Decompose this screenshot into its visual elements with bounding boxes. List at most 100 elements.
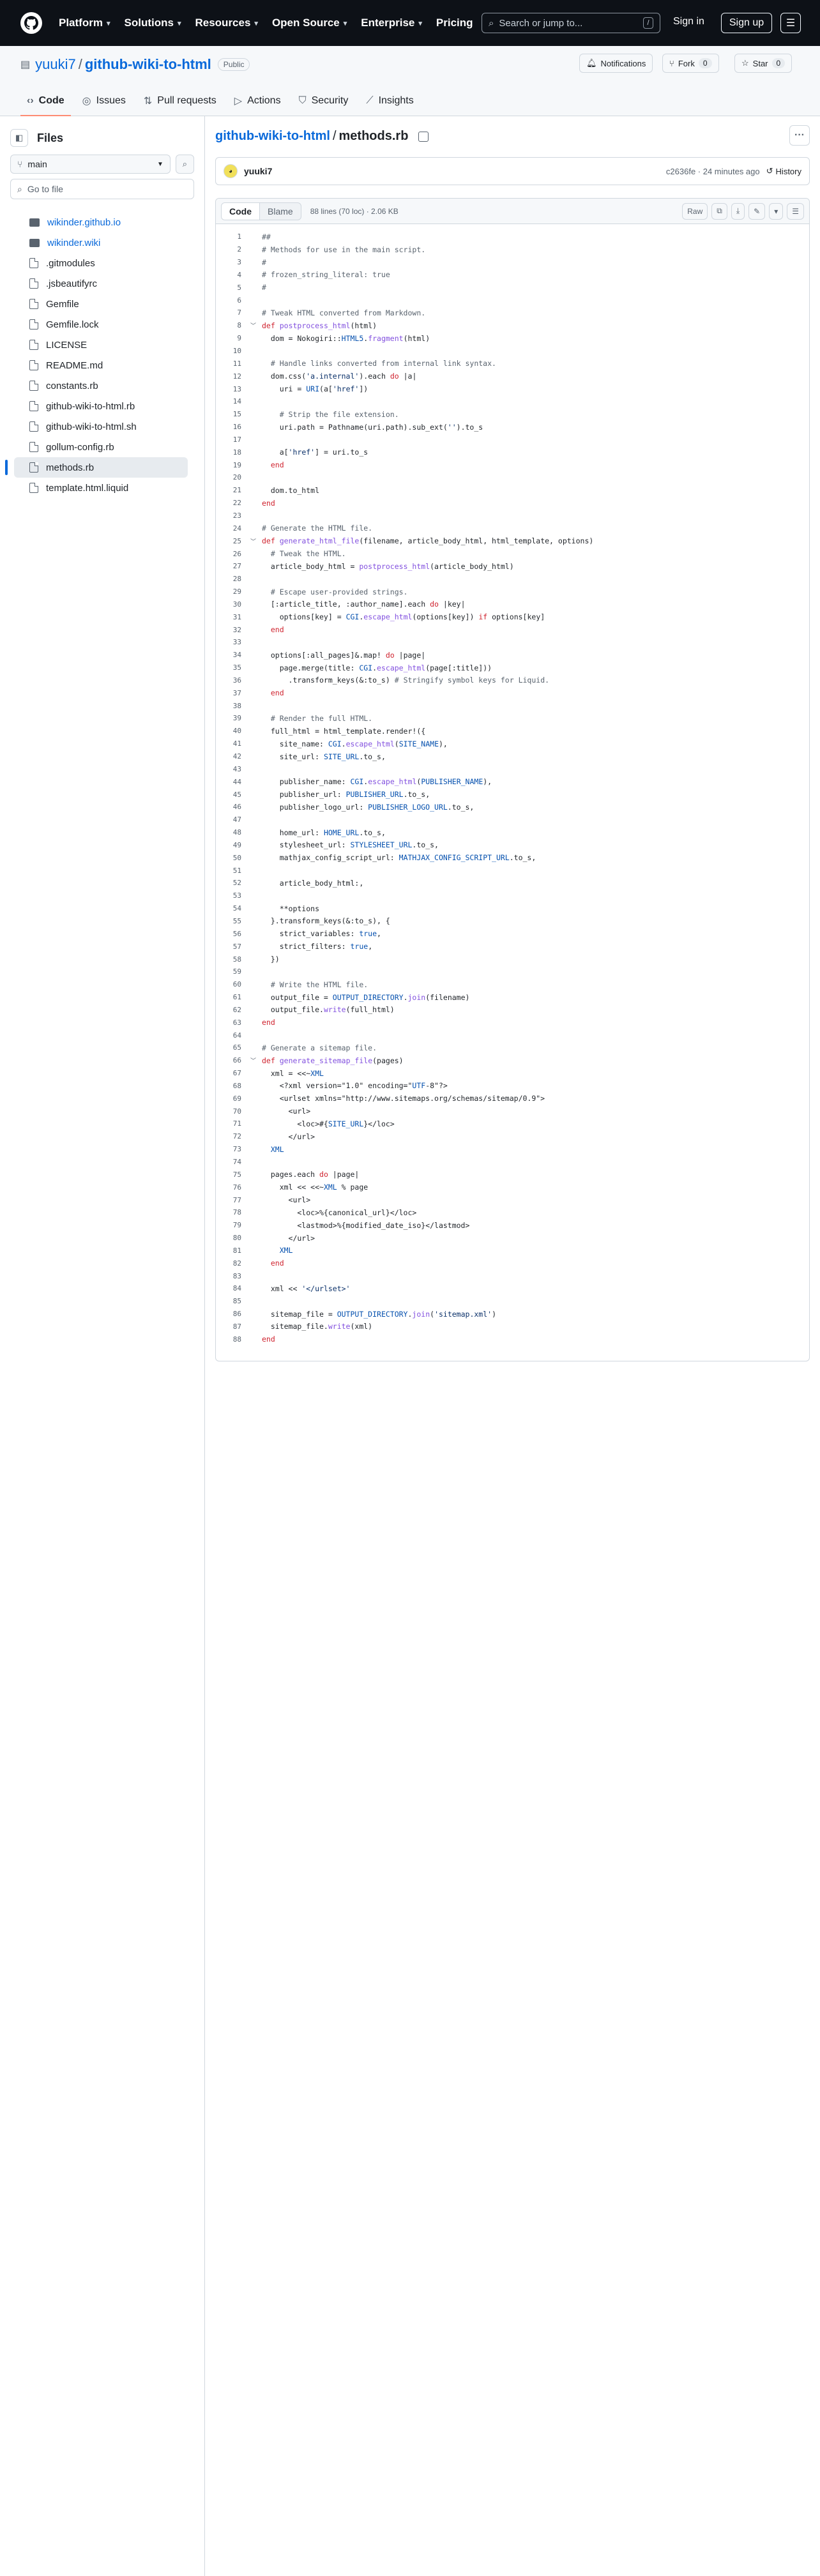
- line-number[interactable]: 21: [216, 486, 250, 494]
- global-nav-resources[interactable]: Resources ▾: [195, 17, 257, 29]
- line-number[interactable]: 87: [216, 1322, 250, 1331]
- file-tree-item[interactable]: github-wiki-to-html.sh: [14, 416, 188, 437]
- line-number[interactable]: 4: [216, 271, 250, 279]
- line-number[interactable]: 42: [216, 752, 250, 761]
- line-number[interactable]: 19: [216, 461, 250, 469]
- line-number[interactable]: 62: [216, 1006, 250, 1014]
- line-number[interactable]: 76: [216, 1183, 250, 1192]
- file-tree-item[interactable]: wikinder.wiki: [14, 232, 188, 253]
- line-number[interactable]: 65: [216, 1043, 250, 1052]
- line-number[interactable]: 49: [216, 841, 250, 849]
- line-number[interactable]: 85: [216, 1297, 250, 1305]
- line-number[interactable]: 15: [216, 410, 250, 418]
- line-number[interactable]: 58: [216, 955, 250, 964]
- line-number[interactable]: 56: [216, 930, 250, 938]
- commit-author[interactable]: yuuki7: [244, 166, 272, 176]
- line-number[interactable]: 50: [216, 854, 250, 862]
- sliders-icon[interactable]: ☰: [780, 13, 801, 33]
- line-number[interactable]: 32: [216, 626, 250, 634]
- line-number[interactable]: 23: [216, 511, 250, 520]
- sidebar-collapse-icon[interactable]: ◧: [10, 129, 28, 147]
- file-tree-item[interactable]: gollum-config.rb: [14, 437, 188, 457]
- tab-code[interactable]: ‹› Code: [20, 87, 71, 116]
- line-number[interactable]: 80: [216, 1234, 250, 1242]
- line-number[interactable]: 66: [216, 1056, 250, 1064]
- file-tree-item[interactable]: wikinder.github.io: [14, 212, 188, 232]
- sign-in-link[interactable]: Sign in: [673, 16, 704, 27]
- line-number[interactable]: 84: [216, 1284, 250, 1292]
- line-number[interactable]: 28: [216, 575, 250, 583]
- line-number[interactable]: 14: [216, 397, 250, 405]
- line-number[interactable]: 72: [216, 1132, 250, 1140]
- file-tree-item[interactable]: methods.rb: [5, 457, 188, 478]
- line-number[interactable]: 26: [216, 550, 250, 558]
- line-number[interactable]: 39: [216, 714, 250, 722]
- global-nav-pricing[interactable]: Pricing: [436, 17, 473, 29]
- search-icon[interactable]: ⌕: [175, 155, 194, 174]
- line-number[interactable]: 61: [216, 993, 250, 1001]
- file-tree-item[interactable]: constants.rb: [14, 375, 188, 396]
- line-number[interactable]: 9: [216, 334, 250, 342]
- line-number[interactable]: 48: [216, 828, 250, 837]
- file-tree-item[interactable]: Gemfile.lock: [14, 314, 188, 335]
- line-number[interactable]: 22: [216, 499, 250, 507]
- fold-chevron-icon[interactable]: ﹀: [250, 537, 262, 545]
- file-tree-item[interactable]: template.html.liquid: [14, 478, 188, 498]
- tab-security[interactable]: ⛉ Security: [292, 87, 355, 116]
- line-number[interactable]: 1: [216, 232, 250, 241]
- line-number[interactable]: 75: [216, 1171, 250, 1179]
- tab-pull-requests[interactable]: ⇅ Pull requests: [137, 87, 223, 116]
- line-number[interactable]: 60: [216, 980, 250, 989]
- edit-dropdown-chevron-icon[interactable]: ▾: [769, 202, 784, 220]
- global-search[interactable]: ⌕ Search or jump to... /: [482, 13, 660, 33]
- line-number[interactable]: 77: [216, 1196, 250, 1204]
- download-icon[interactable]: ⤓: [731, 202, 745, 220]
- line-number[interactable]: 24: [216, 524, 250, 533]
- line-number[interactable]: 73: [216, 1145, 250, 1153]
- line-number[interactable]: 44: [216, 778, 250, 786]
- line-number[interactable]: 29: [216, 587, 250, 596]
- github-logo-icon[interactable]: [20, 12, 42, 34]
- tab-insights[interactable]: ⟋ Insights: [360, 87, 420, 116]
- line-number[interactable]: 47: [216, 815, 250, 824]
- line-number[interactable]: 38: [216, 702, 250, 710]
- line-number[interactable]: 5: [216, 284, 250, 292]
- line-number[interactable]: 64: [216, 1031, 250, 1040]
- line-number[interactable]: 18: [216, 448, 250, 457]
- copy-raw-icon[interactable]: ⧉: [711, 202, 727, 220]
- global-nav-enterprise[interactable]: Enterprise ▾: [361, 17, 422, 29]
- sign-up-button[interactable]: Sign up: [721, 13, 772, 33]
- fold-chevron-icon[interactable]: ﹀: [250, 1056, 262, 1064]
- symbols-panel-icon[interactable]: ☰: [787, 202, 804, 220]
- file-tree-item[interactable]: .jsbeautifyrc: [14, 273, 188, 294]
- line-number[interactable]: 67: [216, 1069, 250, 1077]
- go-to-file-input[interactable]: ⌕ Go to file: [10, 179, 194, 199]
- line-number[interactable]: 8: [216, 321, 250, 330]
- line-number[interactable]: 57: [216, 943, 250, 951]
- line-number[interactable]: 13: [216, 385, 250, 393]
- fold-chevron-icon[interactable]: ﹀: [250, 321, 262, 330]
- global-nav-open-source[interactable]: Open Source ▾: [272, 17, 347, 29]
- raw-button[interactable]: Raw: [682, 202, 708, 220]
- file-tree-item[interactable]: .gitmodules: [14, 253, 188, 273]
- line-number[interactable]: 34: [216, 651, 250, 659]
- copy-path-icon[interactable]: [418, 131, 429, 142]
- line-number[interactable]: 59: [216, 967, 250, 976]
- line-number[interactable]: 63: [216, 1019, 250, 1027]
- line-number[interactable]: 79: [216, 1221, 250, 1229]
- line-number[interactable]: 88: [216, 1335, 250, 1344]
- line-number[interactable]: 10: [216, 347, 250, 355]
- line-number[interactable]: 36: [216, 676, 250, 685]
- line-number[interactable]: 83: [216, 1272, 250, 1280]
- line-number[interactable]: 41: [216, 739, 250, 748]
- code-view-tab[interactable]: Code: [222, 202, 260, 220]
- line-number[interactable]: 30: [216, 600, 250, 609]
- line-number[interactable]: 43: [216, 765, 250, 773]
- avatar[interactable]: ◕: [224, 164, 238, 178]
- line-number[interactable]: 52: [216, 879, 250, 887]
- file-tree-item[interactable]: README.md: [14, 355, 188, 375]
- line-number[interactable]: 7: [216, 308, 250, 317]
- file-tree-item[interactable]: github-wiki-to-html.rb: [14, 396, 188, 416]
- edit-pencil-icon[interactable]: ✎: [748, 202, 766, 220]
- repo-name-link[interactable]: github-wiki-to-html: [85, 56, 211, 73]
